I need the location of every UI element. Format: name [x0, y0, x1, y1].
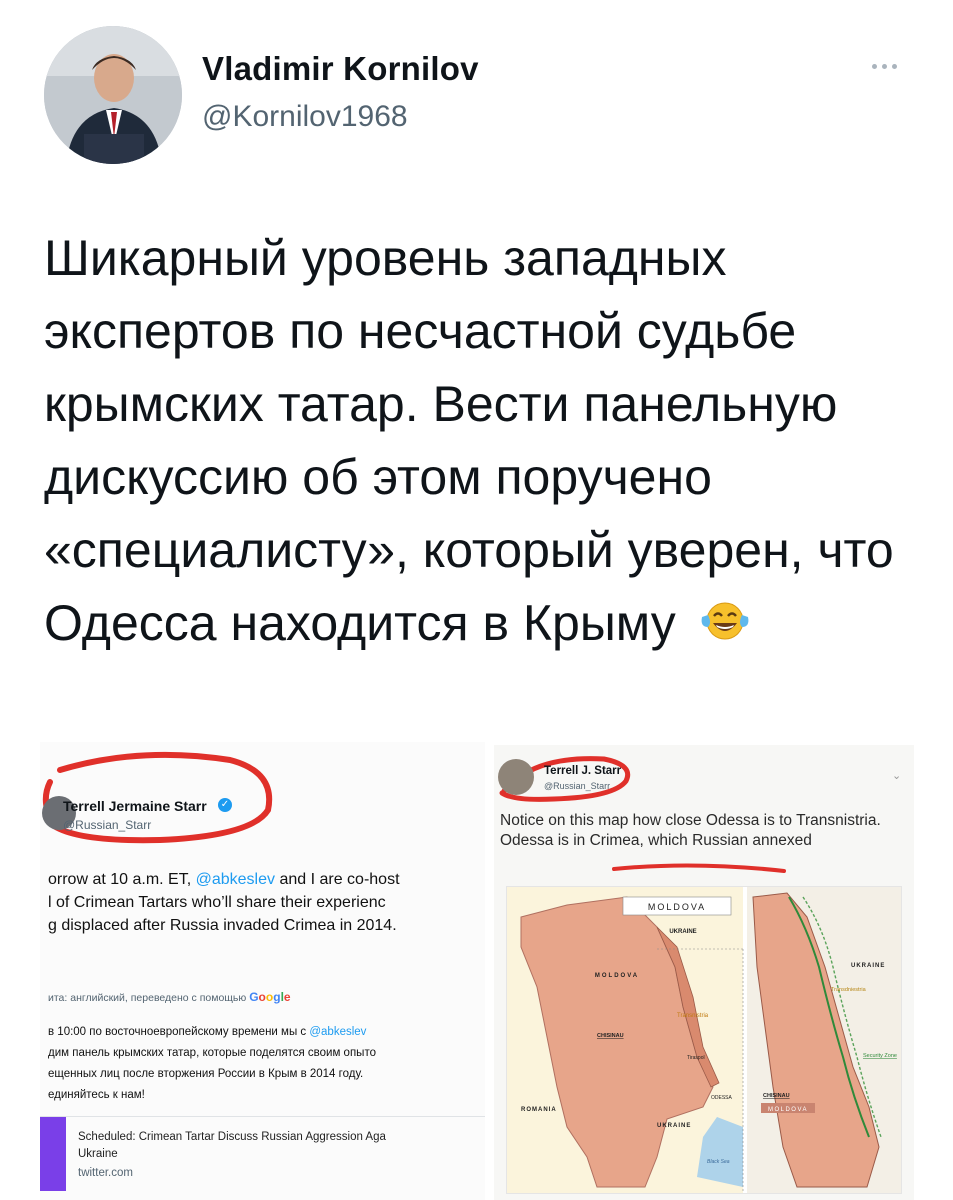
translation-label[interactable]: ита: английский, переведено с помощью Go…: [48, 990, 291, 1004]
mention-link[interactable]: @abkeslev: [196, 871, 275, 888]
right-author-handle[interactable]: @Russian_Starr: [544, 781, 610, 791]
author-handle[interactable]: @Kornilov1968: [202, 100, 408, 134]
map-label-black-sea: Black Sea: [707, 1159, 730, 1165]
map-label-tiraspol: Tiraspol: [687, 1055, 705, 1061]
left-author-name[interactable]: Terrell Jermaine Starr: [63, 798, 207, 814]
link-card-thumbnail: [40, 1117, 66, 1191]
right-author-avatar[interactable]: [498, 759, 534, 795]
link-card-url: twitter.com: [78, 1167, 133, 1179]
left-body-line-2: l of Crimean Tartars who’ll share their …: [48, 894, 386, 911]
map-label-security-zone: Security Zone: [863, 1053, 897, 1059]
tweet-text: Шикарный уровень западных экспертов по н…: [44, 222, 924, 663]
ru-line-3: ещенных лиц после вторжения России в Кры…: [48, 1068, 364, 1080]
author-name[interactable]: Vladimir Kornilov: [202, 50, 479, 88]
map-label-moldova-right: MOLDOVA: [768, 1107, 808, 1113]
moldova-map-image[interactable]: MOLDOVA UKRAINE MOLDOVA Transnistria CHI…: [506, 886, 902, 1194]
link-card[interactable]: Scheduled: Crimean Tartar Discuss Russia…: [40, 1116, 485, 1191]
map-label-romania: ROMANIA: [521, 1107, 557, 1113]
tears-of-joy-emoji-icon: [700, 590, 750, 663]
verified-badge-icon: ✓: [218, 798, 232, 812]
map-label-odessa: ODESSA: [711, 1095, 733, 1101]
left-body-line-1b: and I are co-host: [275, 871, 400, 888]
right-author-name[interactable]: Terrell J. Starr: [544, 765, 621, 777]
link-card-subtitle: Ukraine: [78, 1148, 118, 1160]
translation-label-text: ита: английский, переведено с помощью: [48, 992, 247, 1004]
left-body-line-1: orrow at 10 a.m. ET,: [48, 871, 196, 888]
tweet-text-body: Шикарный уровень западных экспертов по н…: [44, 230, 894, 651]
google-letter-o1: o: [258, 990, 266, 1004]
right-tweet-body: Notice on this map how close Odessa is t…: [500, 812, 881, 849]
map-label-moldova-mid: MOLDOVA: [595, 973, 639, 979]
map-label-chisinau-right: CHISINAU: [763, 1093, 790, 1099]
map-label-ukraine-bottom: UKRAINE: [657, 1123, 691, 1129]
more-options-icon[interactable]: [872, 56, 906, 70]
left-tweet-body: orrow at 10 a.m. ET, @abkeslev and I are…: [48, 868, 485, 937]
left-translated-body: в 10:00 по восточноевропейскому времени …: [48, 1022, 485, 1106]
left-author-handle[interactable]: @Russian_Starr: [63, 818, 151, 832]
google-letter-g: G: [249, 990, 259, 1004]
map-label-chisinau: CHISINAU: [597, 1033, 624, 1039]
google-logo: Google: [249, 990, 290, 1004]
map-label-transdniestria: Transdniestria: [831, 987, 867, 993]
ru-line-4: единяйтесь к нам!: [48, 1089, 145, 1101]
link-card-title: Scheduled: Crimean Tartar Discuss Russia…: [78, 1131, 386, 1143]
google-letter-e: e: [283, 990, 291, 1004]
map-label-ukraine-top: UKRAINE: [669, 929, 696, 935]
embedded-screenshot-left[interactable]: Terrell Jermaine Starr ✓ @Russian_Starr …: [40, 742, 485, 1200]
ru-line-1: в 10:00 по восточноевропейскому времени …: [48, 1026, 310, 1038]
ru-mention-link[interactable]: @abkeslev: [309, 1026, 366, 1038]
ru-line-2: дим панель крымских татар, которые подел…: [48, 1047, 376, 1059]
google-letter-g2: g: [273, 990, 281, 1004]
map-label-moldova-top: MOLDOVA: [648, 902, 706, 912]
author-avatar[interactable]: [44, 26, 182, 164]
map-label-ukraine-right: UKRAINE: [851, 963, 885, 969]
map-label-transnistria: Transnistria: [677, 1013, 709, 1019]
embedded-screenshot-right[interactable]: Terrell J. Starr @Russian_Starr ⌄ Notice…: [494, 745, 914, 1200]
left-body-line-3: g displaced after Russia invaded Crimea …: [48, 917, 397, 934]
chevron-down-icon[interactable]: ⌄: [892, 769, 901, 782]
